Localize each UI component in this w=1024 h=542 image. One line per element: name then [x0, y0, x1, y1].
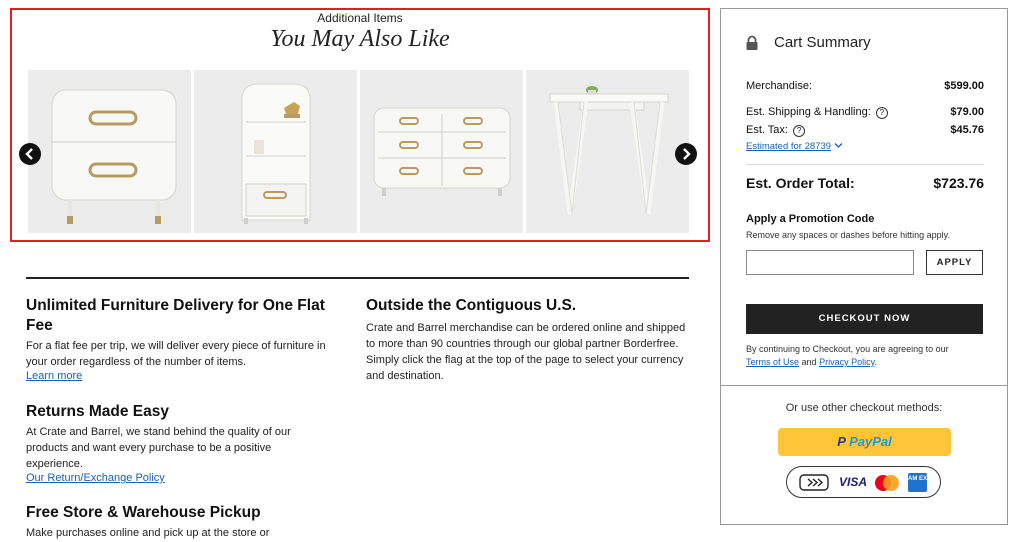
carousel-eyebrow: Additional Items [317, 11, 403, 25]
merchandise-label: Merchandise: [746, 80, 813, 92]
pickup-text: Make purchases online and pick up at the… [26, 527, 270, 539]
paypal-button[interactable]: P PayPal [778, 428, 951, 456]
visa-logo: VISA [839, 475, 868, 489]
promo-code-input[interactable] [746, 250, 914, 275]
product-tile-bookcase[interactable] [194, 70, 357, 233]
alt-checkout-label: Or use other checkout methods: [785, 402, 943, 414]
help-icon[interactable]: ? [875, 107, 888, 119]
contactless-pay-icon [799, 474, 829, 491]
terms-notice: By continuing to Checkout, you are agree… [746, 343, 986, 369]
international-title: Outside the Contiguous U.S. [366, 297, 577, 314]
terms-prefix: By continuing to Checkout, you are agree… [746, 344, 949, 354]
international-text: Crate and Barrel merchandise can be orde… [366, 322, 686, 382]
total-value: $723.76 [933, 175, 984, 191]
delivery-text: For a flat fee per trip, we will deliver… [26, 340, 326, 368]
return-policy-link[interactable]: Our Return/Exchange Policy [26, 472, 311, 484]
help-icon[interactable]: ? [793, 125, 806, 137]
dresser-image [360, 70, 523, 233]
cart-summary-title: Cart Summary [774, 34, 871, 51]
mastercard-icon [875, 475, 899, 491]
returns-title: Returns Made Easy [26, 403, 169, 420]
promo-hint: Remove any spaces or dashes before hitti… [746, 230, 950, 240]
delivery-title: Unlimited Furniture Delivery for One Fla… [26, 297, 325, 334]
chevron-left-icon [25, 148, 33, 160]
summary-divider [746, 164, 984, 165]
carousel-prev-button[interactable] [19, 143, 41, 165]
recommendations-carousel: Additional Items You May Also Like [10, 8, 710, 242]
estimated-zip-label: Estimated for 28739 [746, 141, 832, 152]
privacy-policy-link[interactable]: Privacy Policy [819, 357, 874, 367]
estimated-zip-toggle[interactable]: Estimated for 28739 [746, 141, 843, 152]
merchandise-value: $599.00 [944, 80, 984, 92]
cart-summary-panel: Cart Summary Merchandise: $599.00 Est. S… [720, 8, 1008, 386]
bookcase-image [194, 70, 357, 233]
checkout-now-button[interactable]: CHECKOUT NOW [746, 304, 983, 334]
pickup-title: Free Store & Warehouse Pickup [26, 504, 261, 521]
alt-checkout-panel: Or use other checkout methods: P PayPal … [720, 385, 1008, 525]
nightstand-image [28, 70, 191, 233]
product-tile-desk[interactable] [526, 70, 689, 233]
learn-more-link[interactable]: Learn more [26, 370, 326, 382]
carousel-title: You May Also Like [270, 26, 450, 52]
shipping-label: Est. Shipping & Handling: [746, 106, 871, 118]
delivery-info: Unlimited Furniture Delivery for One Fla… [26, 296, 326, 382]
paypal-p-icon: P [837, 434, 846, 449]
chevron-down-icon [834, 143, 843, 148]
terms-end: . [874, 357, 877, 367]
section-divider [26, 277, 689, 279]
tax-label: Est. Tax: [746, 124, 788, 136]
paypal-label: PayPal [849, 434, 892, 449]
product-tile-nightstand[interactable] [28, 70, 191, 233]
product-tile-dresser[interactable] [360, 70, 523, 233]
chevron-right-icon [683, 148, 691, 160]
terms-and: and [801, 357, 817, 367]
merchandise-row: Merchandise: $599.00 [746, 80, 984, 92]
carousel-next-button[interactable] [675, 143, 697, 165]
desk-image [526, 70, 689, 233]
lock-icon [746, 35, 758, 50]
tax-row: Est. Tax: ? $45.76 [746, 124, 984, 137]
shipping-row: Est. Shipping & Handling: ? $79.00 [746, 106, 984, 119]
returns-text: At Crate and Barrel, we stand behind the… [26, 426, 291, 470]
terms-of-use-link[interactable]: Terms of Use [746, 357, 799, 367]
returns-info: Returns Made Easy At Crate and Barrel, w… [26, 402, 311, 484]
pickup-info: Free Store & Warehouse Pickup Make purch… [26, 503, 326, 541]
promo-title: Apply a Promotion Code [746, 213, 875, 225]
amex-logo: AM EX [908, 473, 927, 492]
apply-promo-button[interactable]: APPLY [926, 250, 983, 275]
card-checkout-button[interactable]: VISA AM EX [786, 466, 941, 498]
tax-value: $45.76 [950, 124, 984, 136]
shipping-value: $79.00 [950, 106, 984, 118]
total-label: Est. Order Total: [746, 175, 855, 191]
total-row: Est. Order Total: $723.76 [746, 175, 984, 191]
international-info: Outside the Contiguous U.S. Crate and Ba… [366, 296, 696, 384]
